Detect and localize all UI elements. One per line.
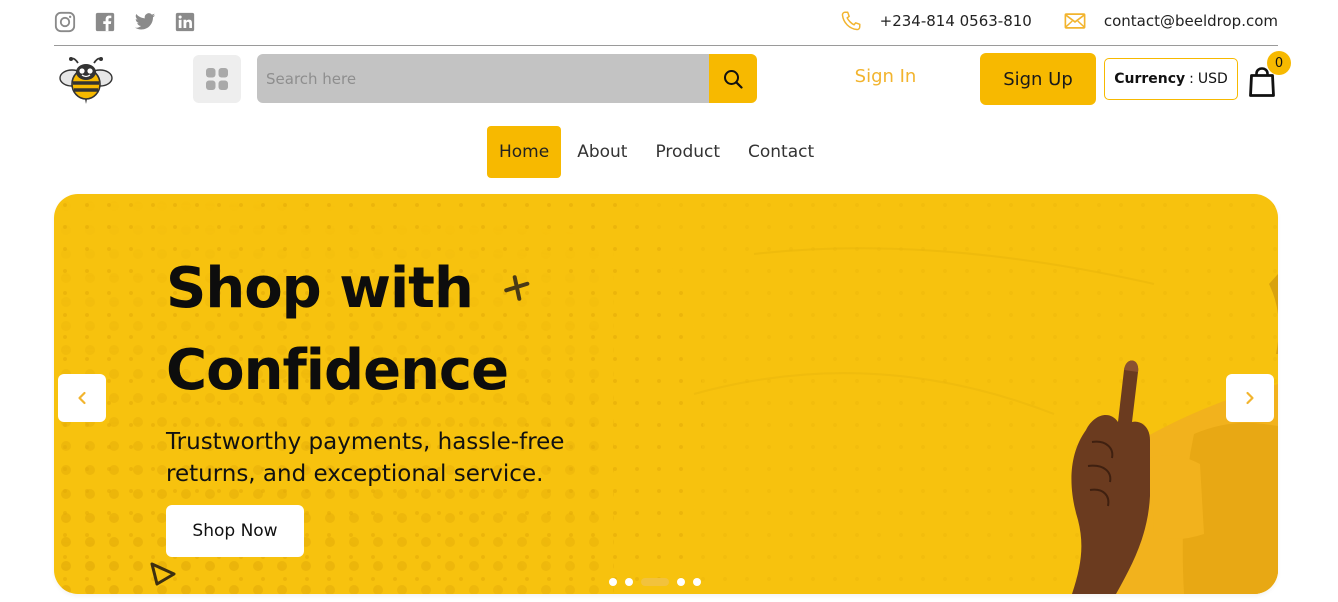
sign-in-link[interactable]: Sign In	[843, 66, 928, 87]
phone-icon	[841, 11, 861, 31]
contact-info: +234-814 0563-810 contact@beeldrop.com	[840, 10, 1278, 32]
carousel-prev-button[interactable]	[58, 374, 106, 422]
hero-carousel: Shop with Confidence Trustworthy payment…	[54, 194, 1278, 594]
nav-product[interactable]: Product	[643, 126, 732, 178]
instagram-icon[interactable]	[54, 11, 76, 33]
hero-title: Shop with Confidence	[166, 248, 509, 412]
email-address: contact@beeldrop.com	[1103, 12, 1278, 30]
currency-separator: :	[1189, 71, 1194, 87]
search-input[interactable]	[257, 54, 709, 103]
plus-decoration-icon	[504, 275, 530, 301]
carousel-next-button[interactable]	[1226, 374, 1274, 422]
hero-subtitle: Trustworthy payments, hassle-free return…	[166, 429, 565, 487]
top-bar: +234-814 0563-810 contact@beeldrop.com	[54, 0, 1278, 46]
currency-label: Currency	[1114, 71, 1186, 87]
main-nav: Home About Product Contact	[487, 126, 830, 178]
sign-up-button[interactable]: Sign Up	[980, 53, 1096, 105]
phone-contact[interactable]: +234-814 0563-810	[840, 10, 1032, 32]
carousel-dot[interactable]	[693, 578, 701, 586]
search-bar	[257, 54, 757, 103]
search-button[interactable]	[709, 54, 757, 103]
chevron-left-icon	[78, 391, 86, 405]
nav-home[interactable]: Home	[487, 126, 562, 178]
carousel-dot[interactable]	[641, 578, 669, 586]
twitter-icon[interactable]	[134, 11, 156, 33]
hero-title-line2: Confidence	[166, 338, 509, 403]
bee-logo[interactable]	[58, 55, 114, 105]
search-icon	[724, 69, 743, 89]
nav-about[interactable]: About	[565, 126, 639, 178]
carousel-dot[interactable]	[625, 578, 633, 586]
currency-value: USD	[1197, 71, 1228, 87]
nav-contact[interactable]: Contact	[736, 126, 826, 178]
facebook-icon[interactable]	[94, 11, 116, 33]
mail-icon	[1064, 13, 1086, 29]
currency-selector[interactable]: Currency : USD	[1104, 58, 1238, 100]
grid-icon	[206, 68, 228, 90]
carousel-dot[interactable]	[609, 578, 617, 586]
email-contact[interactable]: contact@beeldrop.com	[1064, 10, 1278, 32]
triangle-decoration-icon	[150, 562, 176, 586]
hero-title-line1: Shop with	[166, 256, 474, 321]
carousel-dot[interactable]	[677, 578, 685, 586]
shop-now-button[interactable]: Shop Now	[166, 505, 304, 557]
social-links	[54, 11, 196, 33]
chevron-right-icon	[1246, 391, 1254, 405]
carousel-indicators	[609, 578, 701, 586]
linkedin-icon[interactable]	[174, 11, 196, 33]
phone-number: +234-814 0563-810	[879, 12, 1032, 30]
categories-grid-button[interactable]	[193, 55, 241, 103]
cart-count-badge: 0	[1267, 51, 1291, 75]
